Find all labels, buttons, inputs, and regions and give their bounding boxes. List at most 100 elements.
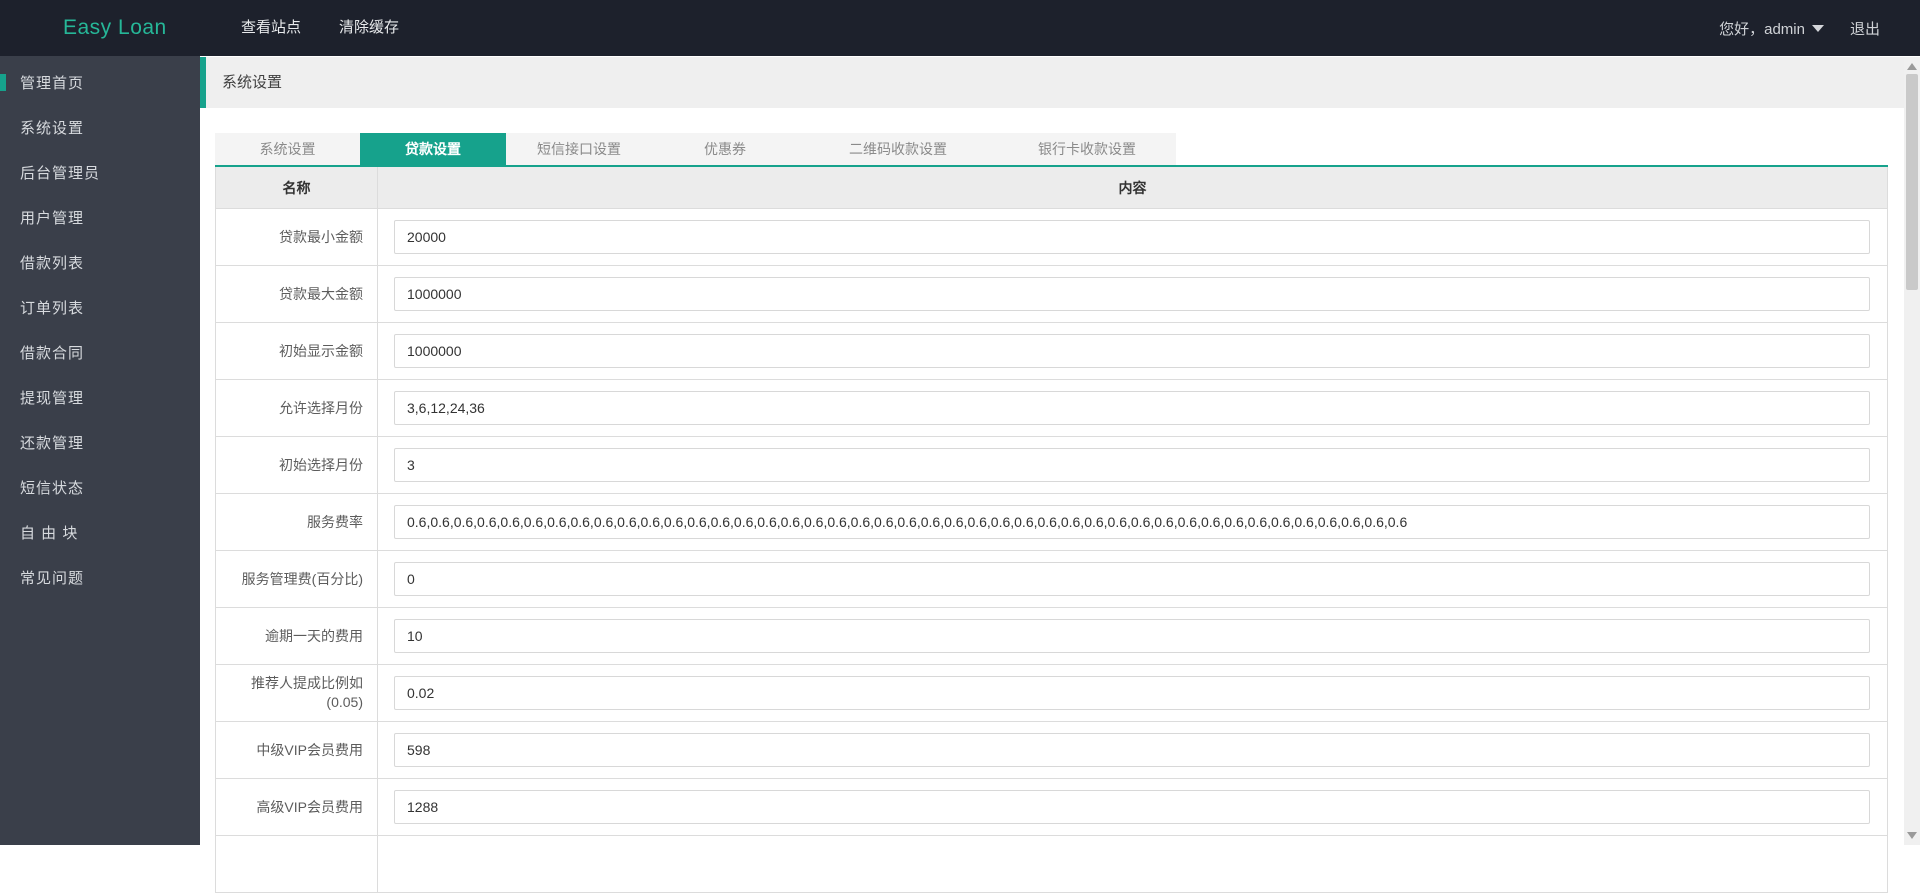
sidebar-item[interactable]: 管理首页 [0,60,200,105]
table-row: 中级VIP会员费用 [216,722,1887,779]
sidebar-item-label: 用户管理 [20,210,85,227]
page-title: 系统设置 [222,74,283,91]
row-value-cell [378,608,1887,664]
row-value-cell [378,266,1887,322]
tab[interactable]: 银行卡收款设置 [998,133,1176,165]
column-header-name: 名称 [216,167,378,208]
topbar-menu: 查看站点 清除缓存 [241,0,399,56]
sidebar-item-label: 提现管理 [20,390,85,407]
row-value-cell [378,209,1887,265]
sidebar-item[interactable]: 短信状态 [0,465,200,510]
sidebar-item-label: 后台管理员 [20,165,101,182]
sidebar-item-label: 订单列表 [20,300,85,317]
sidebar-item-label: 系统设置 [20,120,85,137]
table-row: 初始显示金额 [216,323,1887,380]
table-row: 推荐人提成比例如 (0.05) [216,665,1887,722]
row-label: 中级VIP会员费用 [216,722,378,778]
row-label: 高级VIP会员费用 [216,779,378,835]
tab[interactable]: 优惠券 [652,133,798,165]
row-value-cell [378,665,1887,721]
topbar-right: 您好，admin 退出 [1719,0,1880,56]
tab[interactable]: 短信接口设置 [506,133,652,165]
row-value-input[interactable] [394,733,1870,767]
row-value-cell [378,836,1887,892]
greeting-text: 您好，admin [1719,20,1805,38]
row-label: 贷款最小金额 [216,209,378,265]
row-label: 初始选择月份 [216,437,378,493]
sidebar-item[interactable]: 借款合同 [0,330,200,375]
sidebar-item[interactable]: 提现管理 [0,375,200,420]
row-label: 贷款最大金额 [216,266,378,322]
row-label: 服务费率 [216,494,378,550]
row-value-cell [378,380,1887,436]
sidebar-item[interactable]: 系统设置 [0,105,200,150]
row-label: 推荐人提成比例如 (0.05) [216,665,378,721]
table-row: 高级VIP会员费用 [216,779,1887,836]
row-value-input[interactable] [394,448,1870,482]
settings-table: 名称 内容 贷款最小金额 贷款最大金额 初始显示金额 允许选择月份 初 [215,167,1888,893]
row-value-cell [378,437,1887,493]
topbar-menu-item[interactable]: 查看站点 [241,0,301,56]
active-indicator [0,74,6,91]
row-value-cell [378,494,1887,550]
row-value-input[interactable] [394,562,1870,596]
breadcrumb: 系统设置 [200,57,1904,108]
tab[interactable]: 系统设置 [215,133,360,165]
row-value-input[interactable] [394,334,1870,368]
table-row: 允许选择月份 [216,380,1887,437]
sidebar-item-label: 借款合同 [20,345,85,362]
scrollbar-up-arrow-icon[interactable] [1907,63,1917,70]
topbar-menu-item[interactable]: 清除缓存 [339,0,399,56]
sidebar: 管理首页 系统设置 后台管理员 用户管理 借款列表 订单列表 借款合同 提现管理… [0,56,200,845]
sidebar-item-label: 常见问题 [20,570,85,587]
table-row: 服务管理费(百分比) [216,551,1887,608]
topbar: Easy Loan 查看站点 清除缓存 您好，admin 退出 [0,0,1920,56]
user-dropdown[interactable]: 您好，admin [1719,18,1824,39]
sidebar-item-label: 短信状态 [20,480,85,497]
row-value-input[interactable] [394,277,1870,311]
tab[interactable]: 贷款设置 [360,133,506,165]
scrollbar-thumb[interactable] [1906,74,1918,290]
row-value-cell [378,722,1887,778]
row-label: 服务管理费(百分比) [216,551,378,607]
table-row: 初始选择月份 [216,437,1887,494]
chevron-down-icon [1811,24,1824,32]
table-body: 贷款最小金额 贷款最大金额 初始显示金额 允许选择月份 初始选择月份 [216,209,1887,893]
row-value-input[interactable] [394,505,1870,539]
sidebar-item[interactable]: 后台管理员 [0,150,200,195]
table-row: 贷款最大金额 [216,266,1887,323]
app-logo[interactable]: Easy Loan [63,0,167,56]
row-value-cell [378,323,1887,379]
table-row: 贷款最小金额 [216,209,1887,266]
logout-link[interactable]: 退出 [1850,18,1880,39]
column-header-content: 内容 [1118,180,1147,196]
sidebar-item-label: 自 由 块 [20,525,79,542]
row-label [216,836,378,892]
sidebar-item[interactable]: 订单列表 [0,285,200,330]
sidebar-item[interactable]: 借款列表 [0,240,200,285]
breadcrumb-accent-bar [200,57,206,108]
vertical-scrollbar[interactable] [1904,57,1920,845]
row-value-input[interactable] [394,220,1870,254]
sidebar-item[interactable]: 自 由 块 [0,510,200,555]
sidebar-item-label: 管理首页 [20,75,85,92]
row-value-cell [378,779,1887,835]
sidebar-item[interactable]: 常见问题 [0,555,200,600]
row-label: 逾期一天的费用 [216,608,378,664]
tab[interactable]: 二维码收款设置 [798,133,998,165]
row-value-input[interactable] [394,676,1870,710]
table-row: 逾期一天的费用 [216,608,1887,665]
sidebar-item[interactable]: 用户管理 [0,195,200,240]
table-row: 服务费率 [216,494,1887,551]
tab-bar: 系统设置 贷款设置 短信接口设置 优惠券 二维码收款设置 银行卡收款设置 [215,133,1176,165]
sidebar-item-label: 还款管理 [20,435,85,452]
row-value-input[interactable] [394,391,1870,425]
row-value-input[interactable] [394,790,1870,824]
scrollbar-down-arrow-icon[interactable] [1907,832,1917,839]
table-header-row: 名称 内容 [216,167,1887,209]
row-value-cell [378,551,1887,607]
row-label: 初始显示金额 [216,323,378,379]
row-label: 允许选择月份 [216,380,378,436]
sidebar-item[interactable]: 还款管理 [0,420,200,465]
row-value-input[interactable] [394,619,1870,653]
